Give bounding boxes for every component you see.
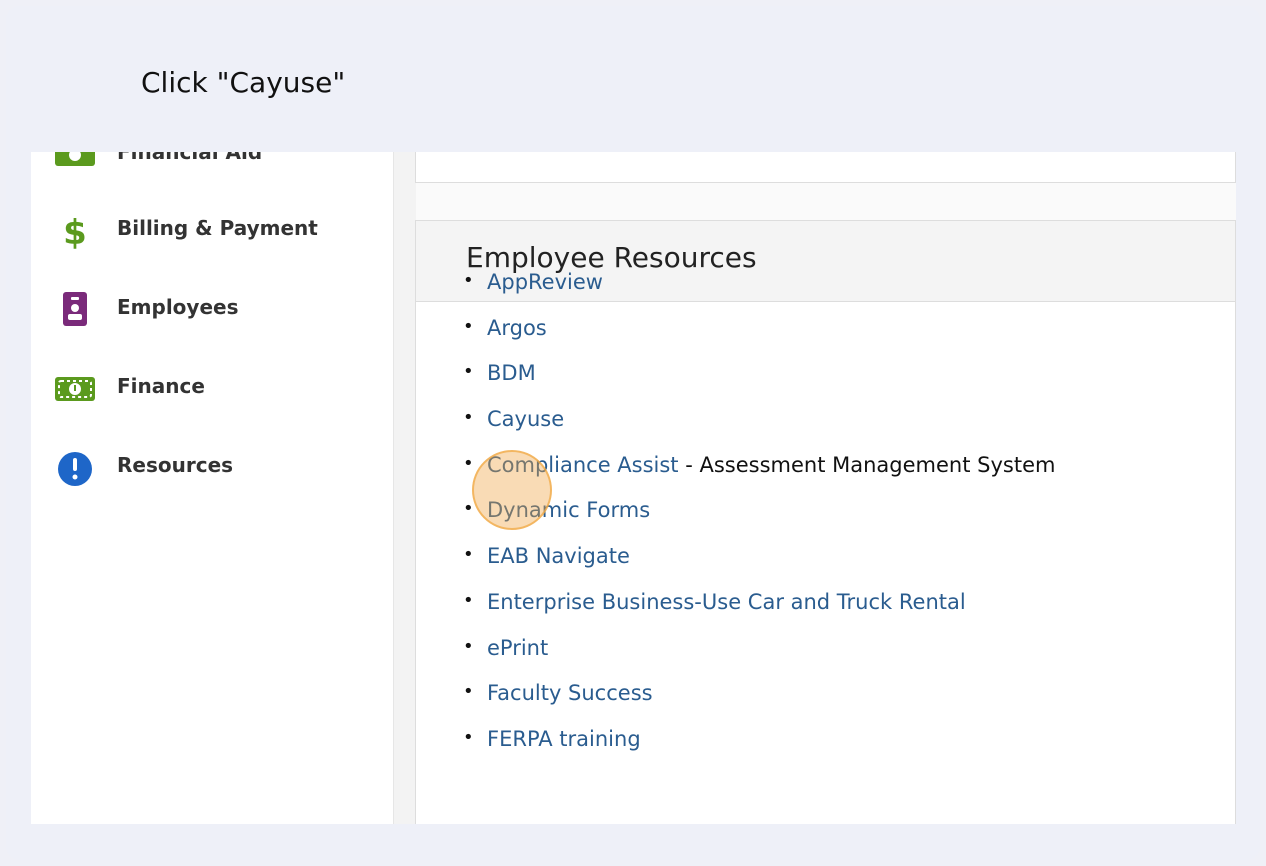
list-item: • Cayuse (461, 407, 1055, 453)
money-icon (53, 368, 97, 408)
sidebar-item-label: Resources (117, 453, 234, 477)
money-icon (53, 152, 97, 174)
sidebar-item-resources[interactable]: Resources (53, 447, 373, 487)
list-item: • AppReview (461, 270, 1055, 316)
list-item: • BDM (461, 361, 1055, 407)
list-item: • EAB Navigate (461, 544, 1055, 590)
bullet-icon: • (463, 315, 474, 337)
bullet-icon: • (463, 270, 474, 291)
bullet-icon: • (463, 361, 474, 383)
resource-link[interactable]: Argos (487, 316, 547, 340)
resource-link-cayuse[interactable]: Cayuse (487, 407, 564, 431)
bullet-icon: • (463, 589, 474, 611)
sidebar-item-label: Financial Aid (117, 152, 263, 164)
instruction-text: Click "Cayuse" (141, 66, 346, 99)
bullet-icon: • (463, 726, 474, 748)
bullet-icon: • (463, 681, 474, 703)
resource-link[interactable]: Faculty Success (487, 681, 653, 705)
sidebar-item-financial-aid[interactable]: Financial Aid (53, 152, 373, 174)
resource-link[interactable]: ePrint (487, 636, 548, 660)
bullet-icon: • (463, 498, 474, 520)
list-item: • Dynamic Forms (461, 498, 1055, 544)
list-item: • FERPA training (461, 727, 1055, 773)
sidebar-item-label: Billing & Payment (117, 216, 318, 240)
bullet-icon: • (463, 544, 474, 566)
dollar-icon: $ (53, 210, 97, 253)
sidebar-item-employees[interactable]: Employees (53, 289, 373, 329)
sidebar-divider (393, 152, 416, 824)
list-item: • Enterprise Business-Use Car and Truck R… (461, 590, 1055, 636)
sidebar-item-finance[interactable]: Finance (53, 368, 373, 408)
resource-list: • AppReview • Argos • BDM • Cayuse • Complian… (461, 270, 1055, 773)
bullet-icon: • (463, 452, 474, 474)
instruction-banner: Click "Cayuse" (6, 6, 1260, 152)
click-highlight (472, 450, 552, 530)
resource-link[interactable]: AppReview (487, 270, 603, 294)
screenshot-area: Financial Aid $ Billing & Payment Employ (31, 152, 1236, 824)
exclamation-icon (53, 447, 97, 487)
list-item: • ePrint (461, 636, 1055, 682)
list-item: • Argos (461, 316, 1055, 362)
svg-text:$: $ (63, 213, 87, 250)
resource-link[interactable]: FERPA training (487, 727, 641, 751)
sidebar-item-billing-payment[interactable]: $ Billing & Payment (53, 210, 373, 253)
list-item: • Faculty Success (461, 681, 1055, 727)
bullet-icon: • (463, 635, 474, 657)
id-badge-icon (53, 289, 97, 329)
resource-description: - Assessment Management System (678, 452, 1056, 477)
bullet-icon: • (463, 407, 474, 429)
sidebar-item-label: Employees (117, 295, 239, 319)
sidebar: Financial Aid $ Billing & Payment Employ (31, 152, 393, 824)
resource-link[interactable]: Enterprise Business-Use Car and Truck Re… (487, 590, 966, 614)
sidebar-item-label: Finance (117, 374, 205, 398)
resource-link[interactable]: BDM (487, 361, 536, 385)
resource-link[interactable]: EAB Navigate (487, 544, 630, 568)
previous-card (415, 152, 1236, 183)
